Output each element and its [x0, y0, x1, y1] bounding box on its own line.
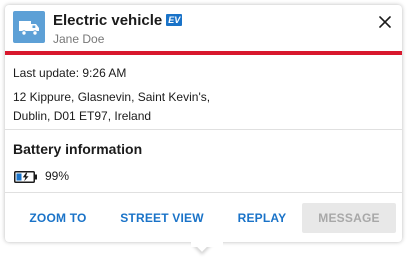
- zoom-to-button[interactable]: ZOOM TO: [19, 203, 97, 233]
- close-icon[interactable]: [376, 13, 394, 31]
- battery-level: 99%: [45, 169, 70, 183]
- driver-name: Jane Doe: [53, 32, 105, 46]
- address-line-1: 12 Kippure, Glasnevin, Saint Kevin's,: [13, 90, 211, 104]
- vehicle-title: Electric vehicle: [53, 12, 163, 29]
- replay-button[interactable]: REPLAY: [227, 203, 297, 233]
- battery-charging-icon: [14, 170, 38, 188]
- message-button: MESSAGE: [302, 203, 396, 233]
- address-line-2: Dublin, D01 ET97, Ireland: [13, 109, 152, 123]
- location-section: Last update: 9:26 AM 12 Kippure, Glasnev…: [5, 55, 402, 130]
- action-bar: ZOOM TO STREET VIEW REPLAY MESSAGE: [5, 193, 402, 242]
- title-row: Electric vehicle EV: [53, 12, 183, 30]
- battery-section: Battery information 99%: [5, 130, 402, 193]
- popup-header: Electric vehicle EV Jane Doe: [5, 5, 402, 50]
- battery-title: Battery information: [13, 141, 143, 157]
- street-view-button[interactable]: STREET VIEW: [111, 203, 213, 233]
- vehicle-info-popup: Electric vehicle EV Jane Doe Last update:…: [5, 5, 402, 247]
- ev-badge: EV: [166, 14, 183, 26]
- address: 12 Kippure, Glasnevin, Saint Kevin's, Du…: [13, 88, 210, 126]
- last-update: Last update: 9:26 AM: [13, 66, 127, 80]
- truck-icon: [13, 11, 45, 43]
